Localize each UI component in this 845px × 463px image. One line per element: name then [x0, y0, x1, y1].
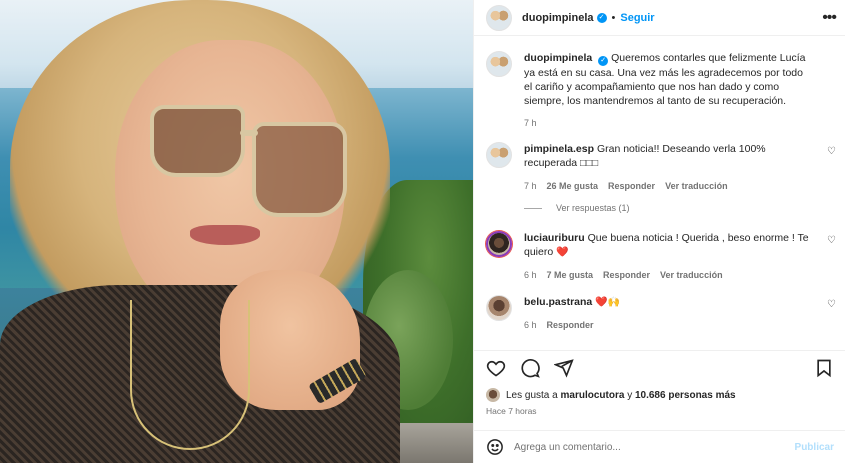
caption-time[interactable]: 7 h [524, 116, 537, 130]
comment-meta: 6 h Responder [524, 318, 814, 332]
comment-username[interactable]: luciauriburu [524, 232, 585, 244]
comment-username[interactable]: pimpinela.esp [524, 143, 594, 155]
emoji-picker-icon[interactable] [486, 438, 504, 456]
comment-item: pimpinela.esp Gran noticia!! Deseando ve… [486, 142, 836, 193]
liker-avatar[interactable] [486, 388, 500, 402]
comment-bubble-icon[interactable] [520, 358, 540, 378]
comment-emoji: ❤️🙌 [595, 297, 621, 308]
translate-button[interactable]: Ver traducción [665, 179, 728, 193]
comment-likes[interactable]: 26 Me gusta [547, 179, 599, 193]
caption: duopimpinela ✓ Queremos contarles que fe… [486, 51, 836, 130]
view-replies-label[interactable]: Ver respuestas (1) [556, 203, 630, 213]
separator-dot: • [611, 11, 616, 24]
comment-emoji: □□□ [580, 158, 599, 169]
comment-emoji: ❤️ [556, 247, 569, 258]
verified-badge-icon: ✓ [596, 12, 607, 23]
comment-username[interactable]: belu.pastrana [524, 296, 592, 308]
share-send-icon[interactable] [554, 358, 574, 378]
caption-meta: 7 h [524, 116, 814, 130]
bookmark-icon[interactable] [814, 358, 834, 378]
verified-badge-icon: ✓ [598, 56, 609, 66]
comment-like-heart-icon[interactable]: ♡ [827, 146, 836, 157]
caption-username[interactable]: duopimpinela [524, 52, 592, 64]
likes-conj: y [627, 389, 633, 401]
publish-button[interactable]: Publicar [795, 442, 834, 453]
author-avatar[interactable] [486, 4, 512, 31]
follow-button[interactable]: Seguir [620, 12, 654, 24]
post-actions [474, 350, 845, 384]
comment-item: luciauriburu Que buena noticia ! Querida… [486, 231, 836, 282]
post-side-panel: duopimpinela ✓ • Seguir ••• duopimpinela… [473, 0, 845, 463]
comment-time[interactable]: 6 h [524, 268, 537, 282]
reply-button[interactable]: Responder [547, 318, 594, 332]
comment-item: belu.pastrana ❤️🙌 6 h Responder ♡ [486, 295, 836, 332]
post-header: duopimpinela ✓ • Seguir ••• [474, 0, 845, 36]
comment-body: belu.pastrana ❤️🙌 6 h Responder [524, 295, 814, 332]
likes-prefix: Les gusta a [506, 389, 558, 401]
post-photo[interactable] [0, 0, 473, 463]
photo-necklace [130, 300, 250, 450]
reply-button[interactable]: Responder [603, 268, 650, 282]
photo-sunglasses-bridge [240, 130, 258, 136]
reply-button[interactable]: Responder [608, 179, 655, 193]
comment-input[interactable] [514, 441, 795, 453]
commenter-avatar[interactable] [486, 231, 512, 257]
comments-scroll[interactable]: duopimpinela ✓ Queremos contarles que fe… [474, 37, 845, 347]
likes-summary: Les gusta a marulocutora y 10.686 person… [486, 388, 736, 402]
comment-likes[interactable]: 7 Me gusta [547, 268, 594, 282]
caption-body: duopimpinela ✓ Queremos contarles que fe… [524, 51, 814, 130]
comment-body: luciauriburu Que buena noticia ! Querida… [524, 231, 814, 282]
commenter-avatar[interactable] [486, 142, 512, 168]
author-avatar[interactable] [486, 51, 512, 77]
likes-others[interactable]: 10.686 personas más [635, 390, 736, 401]
post-time[interactable]: Hace 7 horas [486, 406, 537, 416]
photo-road [393, 423, 473, 463]
comment-time[interactable]: 6 h [524, 318, 537, 332]
author-username[interactable]: duopimpinela [522, 12, 594, 24]
comment-time[interactable]: 7 h [524, 179, 537, 193]
comment-like-heart-icon[interactable]: ♡ [827, 235, 836, 246]
photo-mouth [190, 225, 260, 245]
commenter-avatar[interactable] [486, 295, 512, 321]
like-heart-icon[interactable] [486, 358, 506, 378]
translate-button[interactable]: Ver traducción [660, 268, 723, 282]
comment-like-heart-icon[interactable]: ♡ [827, 299, 836, 310]
photo-sunglasses [150, 105, 245, 177]
comment-meta: 7 h 26 Me gusta Responder Ver traducción [524, 179, 814, 193]
view-replies[interactable]: Ver respuestas (1) [524, 203, 630, 213]
comment-body: pimpinela.esp Gran noticia!! Deseando ve… [524, 142, 814, 193]
comment-meta: 6 h 7 Me gusta Responder Ver traducción [524, 268, 814, 282]
replies-line [524, 207, 542, 209]
photo-sunglasses [252, 122, 347, 217]
more-options-icon[interactable]: ••• [822, 9, 837, 27]
post-viewer: duopimpinela ✓ • Seguir ••• duopimpinela… [0, 0, 845, 463]
comment-composer: Publicar [474, 430, 845, 463]
liker-username[interactable]: marulocutora [561, 390, 625, 401]
